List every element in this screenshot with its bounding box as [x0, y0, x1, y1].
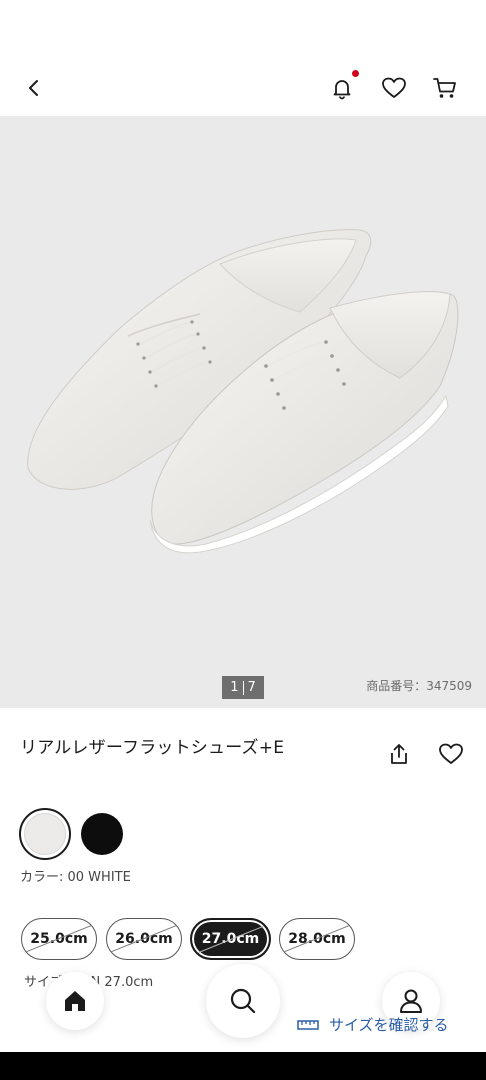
image-pager: 1 7	[222, 676, 264, 699]
ruler-icon	[297, 1019, 319, 1030]
size-check-link[interactable]: サイズを確認する	[297, 1014, 449, 1035]
top-navigation-bar	[0, 60, 486, 116]
color-swatch-white[interactable]	[19, 808, 71, 860]
item-code: 商品番号：347509	[366, 679, 472, 693]
swatch-black-fill	[81, 813, 123, 855]
share-icon	[391, 744, 407, 764]
product-image-gallery[interactable]: 1 7 商品番号：347509	[0, 116, 486, 708]
home-button[interactable]	[46, 972, 104, 1030]
swatch-white-fill	[24, 813, 66, 855]
heart-icon	[382, 77, 406, 98]
pager-current: 1	[230, 680, 239, 695]
pager-separator	[242, 680, 244, 695]
notification-dot	[352, 70, 359, 77]
search-button[interactable]	[206, 964, 280, 1038]
product-favorite-button[interactable]	[437, 740, 465, 768]
notification-button[interactable]	[326, 72, 358, 104]
pager-total: 7	[247, 680, 256, 695]
size-option-25[interactable]: 25.0cm	[21, 918, 97, 960]
back-button[interactable]	[18, 72, 50, 104]
size-option-26[interactable]: 26.0cm	[106, 918, 182, 960]
home-icon	[65, 991, 85, 1011]
color-swatch-black[interactable]	[76, 808, 128, 860]
system-navigation-bar	[0, 1052, 486, 1080]
heart-icon	[439, 743, 463, 764]
share-button[interactable]	[385, 740, 413, 768]
size-option-27[interactable]: 27.0cm	[190, 918, 271, 960]
cart-button[interactable]	[428, 72, 462, 104]
bell-icon	[333, 80, 351, 100]
product-title: リアルレザーフラットシューズ+E	[20, 738, 285, 758]
size-check-label: サイズを確認する	[329, 1016, 449, 1034]
search-icon	[230, 988, 256, 1014]
color-label: カラー: 00 WHITE	[20, 870, 131, 885]
size-option-28[interactable]: 28.0cm	[279, 918, 355, 960]
chevron-left-icon	[29, 80, 38, 96]
cart-icon	[433, 78, 456, 98]
favorites-button[interactable]	[378, 72, 410, 104]
product-photo	[27, 229, 459, 554]
account-icon	[400, 989, 422, 1013]
